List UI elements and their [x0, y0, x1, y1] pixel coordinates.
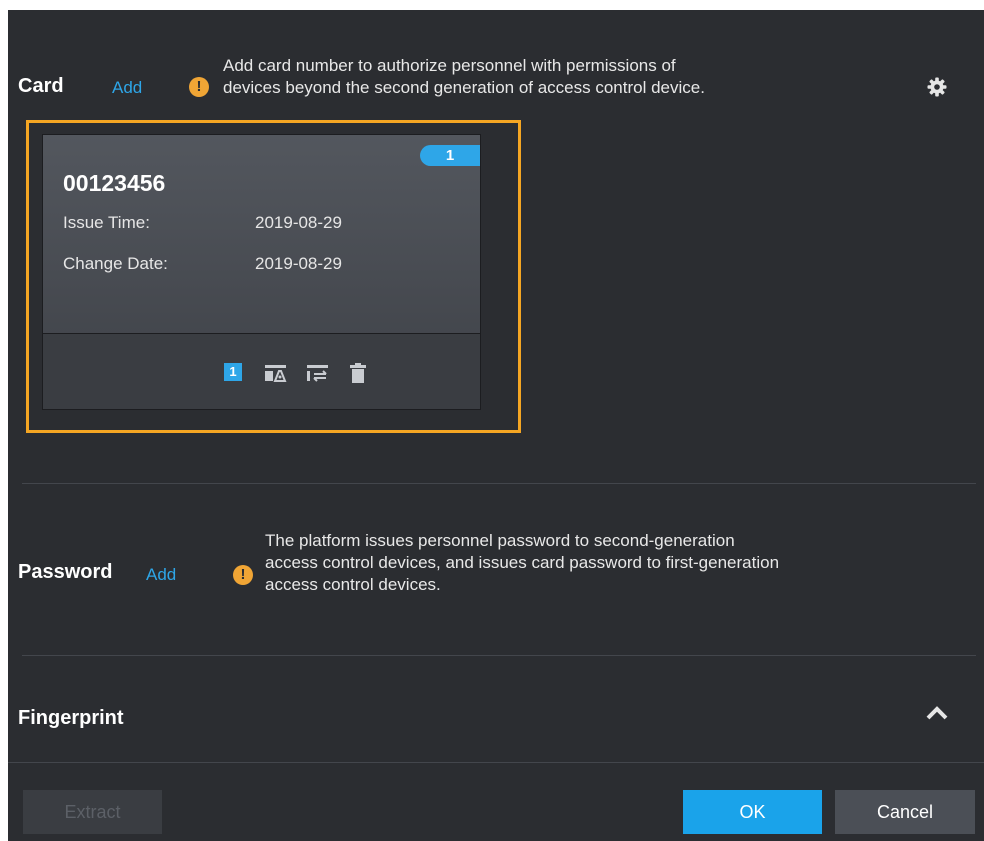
- ok-button[interactable]: OK: [683, 790, 822, 834]
- card-section-title: Card: [18, 75, 64, 97]
- trash-icon[interactable]: [349, 363, 369, 383]
- password-hint-line-3: access control devices.: [265, 575, 441, 594]
- issue-time-label: Issue Time:: [63, 213, 150, 232]
- card-hint: Add card number to authorize personnel w…: [223, 55, 705, 99]
- password-section-title: Password: [18, 561, 113, 583]
- card-hint-line-1: Add card number to authorize personnel w…: [223, 56, 676, 75]
- change-date-value: 2019-08-29: [255, 254, 342, 273]
- password-hint-line-2: access control devices, and issues card …: [265, 553, 780, 572]
- add-password-link[interactable]: Add: [146, 565, 176, 585]
- card-index-badge: 1: [420, 145, 480, 166]
- card-actions-bar: 1: [43, 333, 480, 409]
- password-hint-line-1: The platform issues personnel password t…: [265, 531, 735, 550]
- gear-icon[interactable]: [927, 77, 947, 102]
- dialog-footer: Extract OK Cancel: [8, 762, 984, 841]
- card-number-icon[interactable]: 1: [224, 363, 242, 381]
- info-icon: !: [233, 565, 253, 585]
- person-credentials-panel: Card Add ! Add card number to authorize …: [8, 10, 984, 841]
- change-date-label: Change Date:: [63, 254, 168, 273]
- add-card-link[interactable]: Add: [112, 78, 142, 98]
- fingerprint-section-title: Fingerprint: [18, 707, 124, 729]
- extract-button[interactable]: Extract: [23, 790, 162, 834]
- password-hint: The platform issues personnel password t…: [265, 530, 779, 596]
- card-number: 00123456: [63, 170, 166, 196]
- card-replace-icon[interactable]: [307, 363, 328, 383]
- section-divider: [22, 655, 976, 656]
- card-hint-line-2: devices beyond the second generation of …: [223, 78, 705, 97]
- card-item[interactable]: 1 00123456 Issue Time: 2019-08-29 Change…: [42, 134, 481, 410]
- chevron-up-icon[interactable]: [926, 706, 948, 725]
- issue-time-value: 2019-08-29: [255, 213, 342, 232]
- cancel-button[interactable]: Cancel: [835, 790, 975, 834]
- section-divider: [22, 483, 976, 484]
- info-icon: !: [189, 77, 209, 97]
- card-permission-icon[interactable]: [265, 363, 287, 383]
